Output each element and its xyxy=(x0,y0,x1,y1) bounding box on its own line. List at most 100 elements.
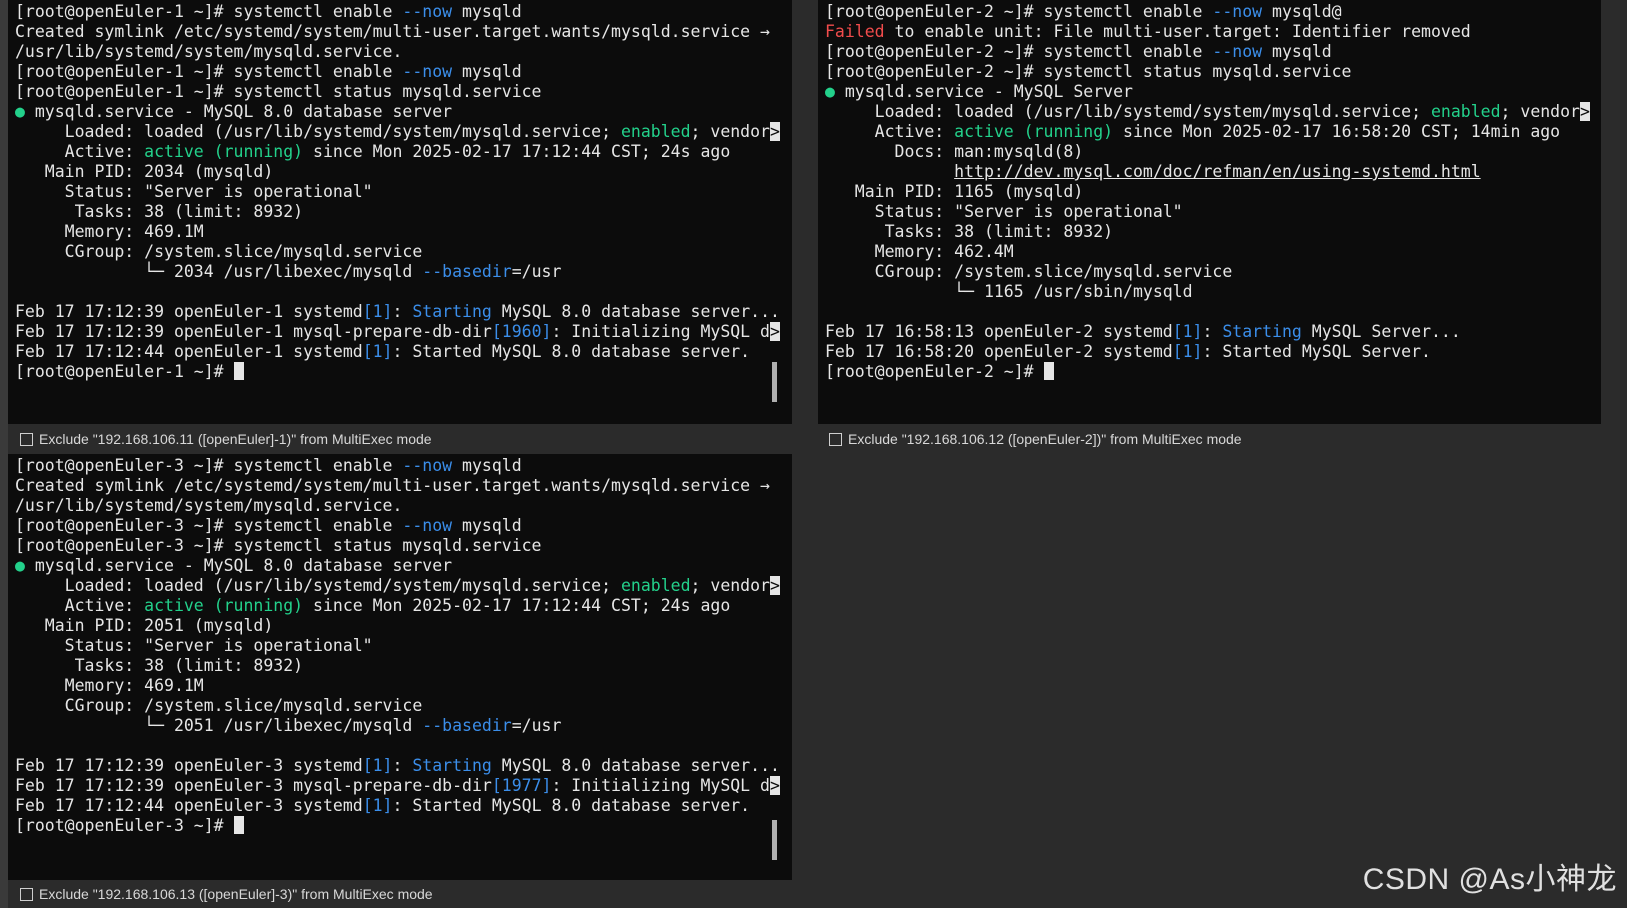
terminal-text: --now xyxy=(402,62,453,81)
terminal-line: Tasks: 38 (limit: 8932) xyxy=(15,202,792,222)
exclude-checkbox[interactable] xyxy=(20,432,33,446)
terminal-text: MySQL 8.0 database server... xyxy=(491,302,780,321)
terminal-line: [root@openEuler-2 ~]# systemctl enable -… xyxy=(825,2,1601,22)
terminal-line: [root@openEuler-1 ~]# systemctl enable -… xyxy=(15,2,792,22)
terminal-text: Feb 17 17:12:44 openEuler-3 systemd xyxy=(15,796,363,815)
terminal-line: Feb 17 17:12:44 openEuler-1 systemd[1]: … xyxy=(15,342,792,362)
terminal-line: /usr/lib/systemd/system/mysqld.service. xyxy=(15,496,792,516)
terminal-text: ; vendor xyxy=(690,122,770,141)
exclude-label: Exclude "192.168.106.13 ([openEuler]-3)"… xyxy=(39,886,433,902)
terminal-text: Loaded: loaded (/usr/lib/systemd/system/… xyxy=(825,102,1431,121)
exclude-multiexec-option-3[interactable]: Exclude "192.168.106.13 ([openEuler]-3)"… xyxy=(20,881,433,907)
terminal-line: Feb 17 16:58:20 openEuler-2 systemd[1]: … xyxy=(825,342,1601,362)
terminal-text: └─ 2034 /usr/libexec/mysqld xyxy=(15,262,423,281)
terminal-text: Feb 17 16:58:20 openEuler-2 systemd xyxy=(825,342,1173,361)
terminal-text: enabled xyxy=(620,122,691,141)
terminal-text: : xyxy=(392,756,413,775)
exclude-multiexec-option-1[interactable]: Exclude "192.168.106.11 ([openEuler]-1)"… xyxy=(20,426,432,452)
exclude-checkbox[interactable] xyxy=(20,887,33,901)
terminal-text: Status: "Server is operational" xyxy=(825,202,1183,221)
terminal-pane-openeuler-1[interactable]: [root@openEuler-1 ~]# systemctl enable -… xyxy=(8,0,792,424)
terminal-pane-openeuler-3[interactable]: [root@openEuler-3 ~]# systemctl enable -… xyxy=(8,454,792,880)
terminal-text: Feb 17 17:12:44 openEuler-1 systemd xyxy=(15,342,363,361)
terminal-text: [1] xyxy=(1172,322,1203,341)
terminal-text: [root@openEuler-2 ~]# systemctl status m… xyxy=(825,62,1352,81)
terminal-text: Active: xyxy=(825,122,955,141)
terminal-line: Created symlink /etc/systemd/system/mult… xyxy=(15,476,792,496)
terminal-text: └─ 2051 /usr/libexec/mysqld xyxy=(15,716,423,735)
terminal-text: enabled xyxy=(620,576,691,595)
doc-link[interactable]: http://dev.mysql.com/doc/refman/en/using… xyxy=(954,162,1481,181)
terminal-text: : Started MySQL 8.0 database server. xyxy=(392,796,751,815)
terminal-text: enabled xyxy=(1430,102,1501,121)
terminal-text: mysqld xyxy=(452,2,522,21)
terminal-text: [root@openEuler-2 ~]# xyxy=(825,362,1044,381)
terminal-line: /usr/lib/systemd/system/mysqld.service. xyxy=(15,42,792,62)
terminal-line: Active: active (running) since Mon 2025-… xyxy=(15,596,792,616)
terminal-text: ; vendor xyxy=(1500,102,1580,121)
terminal-line: └─ 1165 /usr/sbin/mysqld xyxy=(825,282,1601,302)
terminal-text: [1] xyxy=(1172,342,1203,361)
terminal-text: mysqld.service - MySQL 8.0 database serv… xyxy=(24,556,453,575)
terminal-line: Feb 17 17:12:39 openEuler-1 mysql-prepar… xyxy=(15,322,792,342)
terminal-line: Active: active (running) since Mon 2025-… xyxy=(15,142,792,162)
terminal-text: [root@openEuler-2 ~]# systemctl enable xyxy=(825,42,1213,61)
terminal-text: /usr/lib/systemd/system/mysqld.service. xyxy=(15,496,403,515)
terminal-text: Status: "Server is operational" xyxy=(15,636,373,655)
terminal-text: mysqld xyxy=(452,516,522,535)
terminal-text: ● xyxy=(825,82,835,101)
terminal-line: CGroup: /system.slice/mysqld.service xyxy=(15,696,792,716)
terminal-line: Status: "Server is operational" xyxy=(15,182,792,202)
terminal-text: active (running) xyxy=(144,142,304,161)
terminal-text: ● xyxy=(15,556,25,575)
terminal-line: Memory: 469.1M xyxy=(15,222,792,242)
terminal-text: Tasks: 38 (limit: 8932) xyxy=(825,222,1114,241)
terminal-text: Tasks: 38 (limit: 8932) xyxy=(15,202,304,221)
terminal-output: [root@openEuler-2 ~]# systemctl enable -… xyxy=(825,2,1601,382)
terminal-line: Feb 17 17:12:44 openEuler-3 systemd[1]: … xyxy=(15,796,792,816)
terminal-text: : Started MySQL 8.0 database server. xyxy=(392,342,751,361)
exclude-label: Exclude "192.168.106.12 ([openEuler-2])"… xyxy=(848,431,1242,447)
terminal-text: mysqld xyxy=(452,456,522,475)
terminal-line: ● mysqld.service - MySQL Server xyxy=(825,82,1601,102)
terminal-line: Tasks: 38 (limit: 8932) xyxy=(825,222,1601,242)
terminal-line: Failed to enable unit: File multi-user.t… xyxy=(825,22,1601,42)
terminal-text: mysqld xyxy=(1262,42,1332,61)
exclude-multiexec-option-2[interactable]: Exclude "192.168.106.12 ([openEuler-2])"… xyxy=(829,426,1242,452)
terminal-text: Starting xyxy=(1222,322,1302,341)
terminal-line: [root@openEuler-2 ~]# xyxy=(825,362,1601,382)
terminal-line: [root@openEuler-3 ~]# systemctl status m… xyxy=(15,536,792,556)
terminal-scrollbar[interactable] xyxy=(772,820,777,860)
terminal-text: Main PID: 1165 (mysqld) xyxy=(825,182,1084,201)
terminal-cursor xyxy=(233,362,244,380)
terminal-line: Feb 17 17:12:39 openEuler-3 systemd[1]: … xyxy=(15,756,792,776)
terminal-line: [root@openEuler-2 ~]# systemctl status m… xyxy=(825,62,1601,82)
terminal-text: [root@openEuler-1 ~]# systemctl enable xyxy=(15,62,403,81)
terminal-text: [1] xyxy=(362,302,393,321)
terminal-pane-openeuler-2[interactable]: [root@openEuler-2 ~]# systemctl enable -… xyxy=(818,0,1601,424)
exclude-checkbox[interactable] xyxy=(829,432,842,446)
csdn-watermark: CSDN @As小神龙 xyxy=(1362,863,1617,896)
terminal-line: Feb 17 17:12:39 openEuler-3 mysql-prepar… xyxy=(15,776,792,796)
terminal-line: [root@openEuler-1 ~]# xyxy=(15,362,792,382)
terminal-text: [root@openEuler-2 ~]# systemctl enable xyxy=(825,2,1213,21)
terminal-line: [root@openEuler-2 ~]# systemctl enable -… xyxy=(825,42,1601,62)
terminal-scrollbar[interactable] xyxy=(772,362,777,402)
exclude-label: Exclude "192.168.106.11 ([openEuler]-1)"… xyxy=(39,431,432,447)
terminal-text: --now xyxy=(402,456,453,475)
terminal-cursor xyxy=(233,816,244,834)
terminal-text: > xyxy=(1580,102,1590,121)
terminal-text: --now xyxy=(1212,2,1263,21)
terminal-text: =/usr xyxy=(511,716,562,735)
terminal-text: Docs: man:mysqld(8) xyxy=(825,142,1084,161)
terminal-line: Main PID: 2034 (mysqld) xyxy=(15,162,792,182)
terminal-text: [root@openEuler-1 ~]# systemctl status m… xyxy=(15,82,542,101)
terminal-line: Memory: 462.4M xyxy=(825,242,1601,262)
terminal-text: Memory: 462.4M xyxy=(825,242,1014,261)
terminal-text: --now xyxy=(402,516,453,535)
terminal-text: ; vendor xyxy=(690,576,770,595)
terminal-line: Active: active (running) since Mon 2025-… xyxy=(825,122,1601,142)
